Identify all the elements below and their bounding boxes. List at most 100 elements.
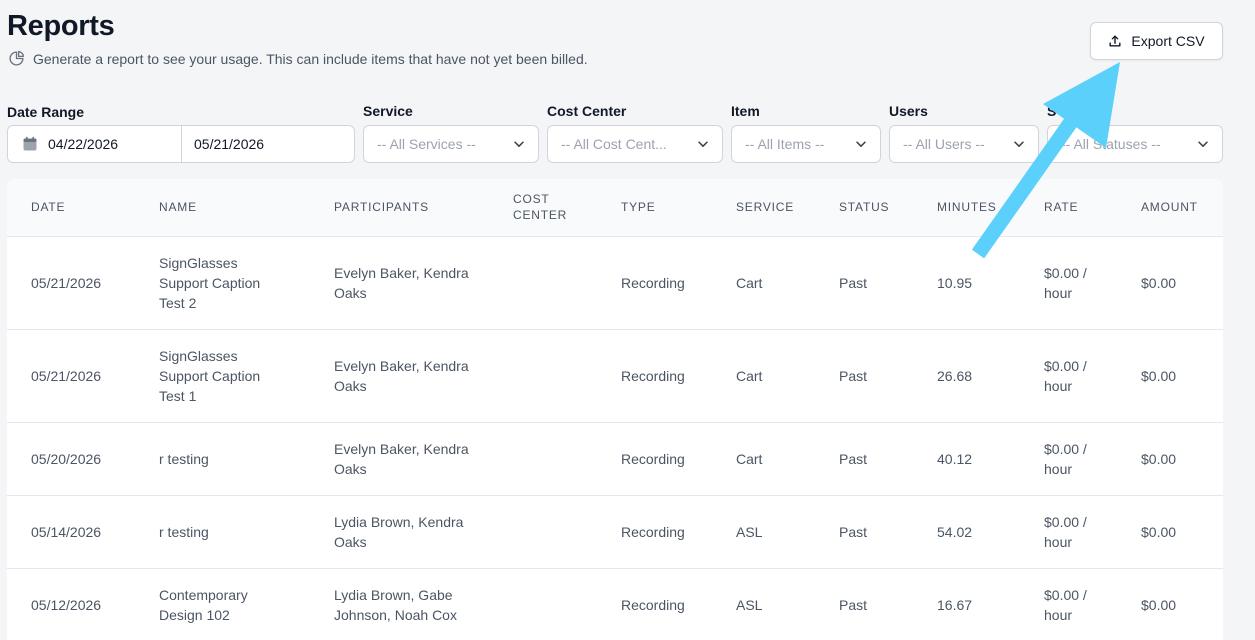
cell-minutes: 10.95: [913, 235, 1020, 329]
cost-center-select-value: -- All Cost Cent...: [561, 136, 667, 152]
chevron-down-icon: [1198, 141, 1208, 147]
cell-minutes: 16.67: [913, 567, 1020, 640]
cell-rate: $0.00 / hour: [1020, 494, 1117, 568]
cell-cost-center: [489, 235, 597, 329]
participants-text: Evelyn Baker, Kendra Oaks: [334, 357, 469, 394]
service-select[interactable]: -- All Services --: [363, 125, 539, 163]
cell-type: Recording: [597, 494, 712, 568]
cell-service: ASL: [712, 494, 815, 568]
cell-service: Cart: [712, 421, 815, 495]
participants-text: Lydia Brown, Kendra Oaks: [334, 513, 464, 550]
cell-status: Past: [815, 494, 913, 568]
rate-text: $0.00 / hour: [1044, 586, 1087, 623]
column-header-cost-center: COST CENTER: [489, 179, 597, 236]
name-text: r testing: [159, 450, 209, 467]
table-row[interactable]: 05/21/2026 SignGlasses Support Caption T…: [7, 235, 1223, 329]
cell-date: 05/20/2026: [7, 421, 135, 495]
cell-date: 05/21/2026: [7, 235, 135, 329]
table-row[interactable]: 05/14/2026 r testing Lydia Brown, Kendra…: [7, 494, 1223, 568]
item-select-value: -- All Items --: [745, 136, 825, 152]
cell-type: Recording: [597, 235, 712, 329]
cell-cost-center: [489, 494, 597, 568]
calendar-icon: [23, 136, 37, 151]
cell-participants: Evelyn Baker, Kendra Oaks: [310, 235, 489, 329]
page-subtitle: Generate a report to see your usage. Thi…: [8, 50, 588, 67]
users-select[interactable]: -- All Users --: [889, 125, 1039, 163]
chevron-down-icon: [698, 141, 708, 147]
name-text: Contemporary Design 102: [159, 586, 248, 623]
start-date-input[interactable]: 04/22/2026: [8, 126, 182, 162]
users-label: Users: [889, 103, 928, 119]
cell-name: r testing: [135, 494, 310, 568]
service-select-value: -- All Services --: [377, 136, 476, 152]
cell-rate: $0.00 / hour: [1020, 421, 1117, 495]
chevron-down-icon: [856, 141, 866, 147]
cell-amount: $0.00: [1117, 235, 1223, 329]
report-table: DATE NAME PARTICIPANTS COST CENTER TYPE …: [7, 179, 1223, 640]
rate-text: $0.00 / hour: [1044, 264, 1087, 301]
column-header-minutes: MINUTES: [937, 200, 997, 215]
name-text: SignGlasses Support Caption Test 2: [159, 254, 261, 311]
status-select[interactable]: -- All Statuses --: [1047, 125, 1223, 163]
cell-participants: Lydia Brown, Kendra Oaks: [310, 494, 489, 568]
subtitle-text: Generate a report to see your usage. Thi…: [33, 50, 588, 67]
cell-service: Cart: [712, 328, 815, 422]
cell-status: Past: [815, 328, 913, 422]
participants-text: Evelyn Baker, Kendra Oaks: [334, 440, 469, 477]
cell-name: r testing: [135, 421, 310, 495]
cell-minutes: 54.02: [913, 494, 1020, 568]
cost-center-label: Cost Center: [547, 103, 627, 119]
participants-text: Lydia Brown, Gabe Johnson, Noah Cox: [334, 586, 457, 623]
cell-rate: $0.00 / hour: [1020, 235, 1117, 329]
cell-participants: Evelyn Baker, Kendra Oaks: [310, 421, 489, 495]
column-header-date: DATE: [31, 200, 66, 215]
name-text: r testing: [159, 523, 209, 540]
column-header-service: SERVICE: [736, 200, 795, 215]
cell-rate: $0.00 / hour: [1020, 567, 1117, 640]
column-header-status: STATUS: [839, 200, 890, 215]
table-header-row: DATE NAME PARTICIPANTS COST CENTER TYPE …: [7, 179, 1223, 236]
cell-type: Recording: [597, 328, 712, 422]
rate-text: $0.00 / hour: [1044, 513, 1087, 550]
column-header-type: TYPE: [621, 200, 656, 215]
date-range-label: Date Range: [7, 104, 85, 120]
rate-text: $0.00 / hour: [1044, 357, 1087, 394]
cell-rate: $0.00 / hour: [1020, 328, 1117, 422]
name-text: SignGlasses Support Caption Test 1: [159, 347, 261, 404]
cell-date: 05/14/2026: [7, 494, 135, 568]
cell-date: 05/21/2026: [7, 328, 135, 422]
export-csv-button[interactable]: Export CSV: [1090, 22, 1223, 60]
cell-name: SignGlasses Support Caption Test 2: [135, 235, 310, 329]
cost-center-select[interactable]: -- All Cost Cent...: [547, 125, 723, 163]
cell-name: SignGlasses Support Caption Test 1: [135, 328, 310, 422]
column-header-participants: PARTICIPANTS: [334, 200, 429, 215]
cell-amount: $0.00: [1117, 421, 1223, 495]
item-label: Item: [731, 103, 760, 119]
cell-status: Past: [815, 567, 913, 640]
users-select-value: -- All Users --: [903, 136, 985, 152]
cost-center-header-text: COST CENTER: [513, 192, 568, 223]
table-row[interactable]: 05/20/2026 r testing Evelyn Baker, Kendr…: [7, 421, 1223, 495]
item-select[interactable]: -- All Items --: [731, 125, 881, 163]
cell-amount: $0.00: [1117, 567, 1223, 640]
chevron-down-icon: [514, 141, 524, 147]
status-select-value: -- All Statuses --: [1061, 136, 1161, 152]
page-title: Reports: [7, 10, 115, 42]
table-row[interactable]: 05/12/2026 Contemporary Design 102 Lydia…: [7, 567, 1223, 640]
table-row[interactable]: 05/21/2026 SignGlasses Support Caption T…: [7, 328, 1223, 422]
cell-cost-center: [489, 567, 597, 640]
report-table-card: DATE NAME PARTICIPANTS COST CENTER TYPE …: [7, 179, 1223, 640]
cell-cost-center: [489, 421, 597, 495]
column-header-rate: RATE: [1044, 200, 1079, 215]
export-csv-label: Export CSV: [1131, 33, 1205, 49]
date-range-picker: 04/22/2026 05/21/2026: [7, 125, 355, 163]
pie-chart-icon: [9, 50, 25, 66]
column-header-name: NAME: [159, 200, 197, 215]
reports-page: Reports Generate a report to see your us…: [0, 0, 1255, 640]
end-date-input[interactable]: 05/21/2026: [182, 126, 354, 162]
cell-cost-center: [489, 328, 597, 422]
cell-minutes: 26.68: [913, 328, 1020, 422]
cell-status: Past: [815, 421, 913, 495]
cell-date: 05/12/2026: [7, 567, 135, 640]
upload-icon: [1109, 35, 1121, 47]
